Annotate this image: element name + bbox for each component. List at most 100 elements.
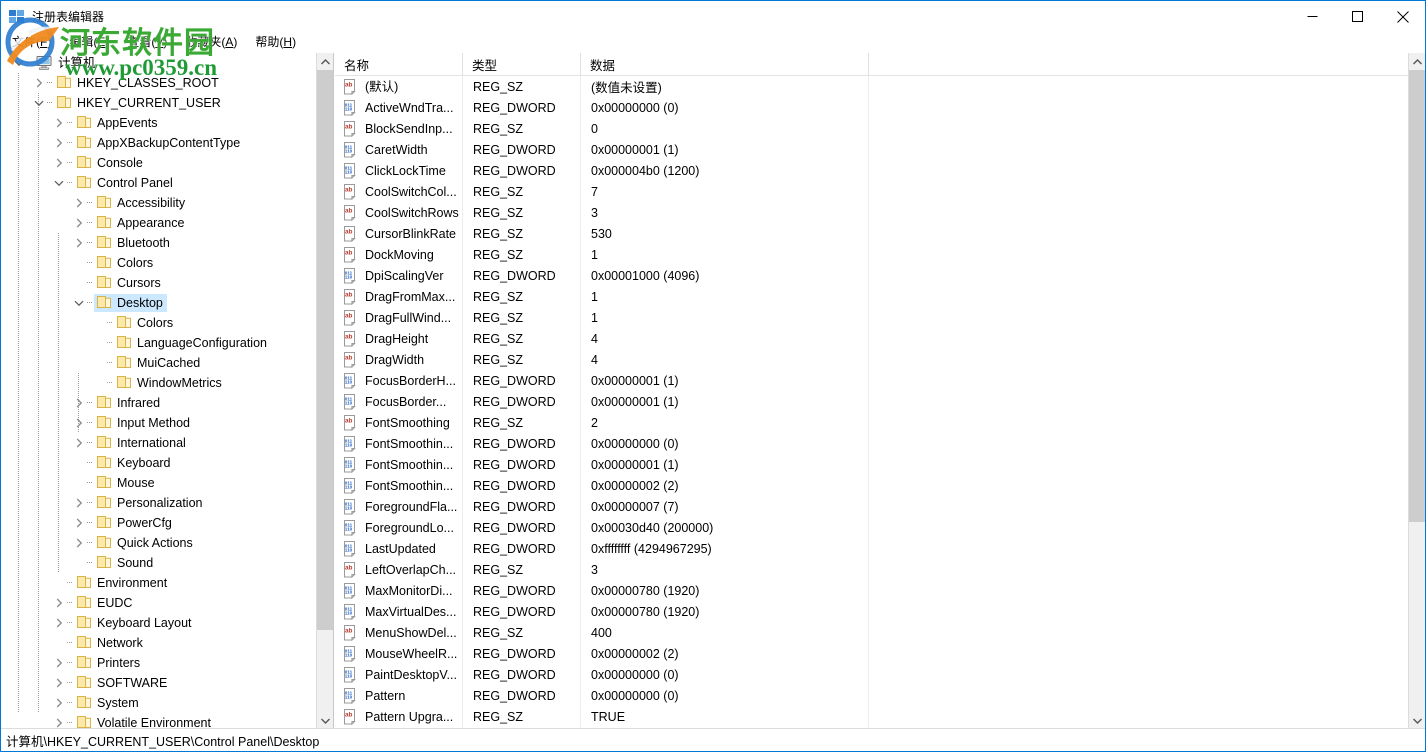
value-row[interactable]: 011 110 ForegroundLo... REG_DWORD 0x00030d40… (335, 517, 1408, 538)
value-row[interactable]: ab CoolSwitchRows REG_SZ 3 (335, 202, 1408, 223)
chevron-right-icon[interactable] (71, 415, 87, 431)
chevron-right-icon[interactable] (31, 75, 47, 91)
chevron-right-icon[interactable] (71, 195, 87, 211)
tree-item-appevents[interactable]: AppEvents (1, 113, 316, 133)
value-row[interactable]: 011 110 MaxMonitorDi... REG_DWORD 0x00000780… (335, 580, 1408, 601)
tree-item-volatile-environment[interactable]: Volatile Environment (1, 713, 316, 729)
tree-item-network[interactable]: Network (1, 633, 316, 653)
tree-item-international[interactable]: International (1, 433, 316, 453)
chevron-right-icon[interactable] (51, 115, 67, 131)
tree-item-powercfg[interactable]: PowerCfg (1, 513, 316, 533)
tree-item-accessibility[interactable]: Accessibility (1, 193, 316, 213)
tree-item-mouse[interactable]: Mouse (1, 473, 316, 493)
value-row[interactable]: 011 110 FocusBorderH... REG_DWORD 0x00000001… (335, 370, 1408, 391)
registry-key-tree[interactable]: 计算机 HKEY_CLASSES_ROOT HKEY_CURRENT_USER App… (1, 53, 316, 729)
value-row[interactable]: 011 110 MouseWheelR... REG_DWORD 0x00000002 … (335, 643, 1408, 664)
tree-item-sound[interactable]: Sound (1, 553, 316, 573)
minimize-button[interactable] (1290, 1, 1335, 32)
chevron-down-icon[interactable] (71, 295, 87, 311)
chevron-right-icon[interactable] (51, 695, 67, 711)
value-row[interactable]: 011 110 Pattern REG_DWORD 0x00000000 (0) (335, 685, 1408, 706)
tree-item-colors[interactable]: Colors (1, 253, 316, 273)
value-row[interactable]: 011 110 FontSmoothin... REG_DWORD 0x00000001… (335, 454, 1408, 475)
value-row[interactable]: ab DragHeight REG_SZ 4 (335, 328, 1408, 349)
tree-item-muicached[interactable]: MuiCached (1, 353, 316, 373)
tree-item-infrared[interactable]: Infrared (1, 393, 316, 413)
value-row[interactable]: ab DragFullWind... REG_SZ 1 (335, 307, 1408, 328)
value-row[interactable]: ab (默认) REG_SZ (数值未设置) (335, 76, 1408, 97)
menu-item-file[interactable]: 文件(F) (3, 33, 60, 52)
value-row[interactable]: ab CoolSwitchCol... REG_SZ 7 (335, 181, 1408, 202)
tree-scroll-thumb[interactable] (317, 70, 333, 630)
value-row[interactable]: ab FontSmoothing REG_SZ 2 (335, 412, 1408, 433)
values-list[interactable]: ab (默认) REG_SZ (数值未设置) 011 110 ActiveWndTra...… (335, 76, 1408, 729)
chevron-right-icon[interactable] (51, 155, 67, 171)
values-scroll-down-button[interactable] (1409, 712, 1425, 729)
tree-item-windowmetrics[interactable]: WindowMetrics (1, 373, 316, 393)
chevron-down-icon[interactable] (51, 175, 67, 191)
chevron-right-icon[interactable] (51, 655, 67, 671)
values-scroll-up-button[interactable] (1409, 53, 1425, 70)
tree-item-software[interactable]: SOFTWARE (1, 673, 316, 693)
chevron-right-icon[interactable] (71, 435, 87, 451)
chevron-right-icon[interactable] (51, 595, 67, 611)
chevron-right-icon[interactable] (51, 715, 67, 729)
value-row[interactable]: 011 110 ClickLockTime REG_DWORD 0x000004b0 (… (335, 160, 1408, 181)
tree-item-bluetooth[interactable]: Bluetooth (1, 233, 316, 253)
values-scroll-thumb[interactable] (1409, 70, 1425, 522)
value-row[interactable]: 011 110 CaretWidth REG_DWORD 0x00000001 (1) (335, 139, 1408, 160)
tree-item-hkey-classes-root[interactable]: HKEY_CLASSES_ROOT (1, 73, 316, 93)
tree-item-quick-actions[interactable]: Quick Actions (1, 533, 316, 553)
value-row[interactable]: ab DragFromMax... REG_SZ 1 (335, 286, 1408, 307)
chevron-right-icon[interactable] (51, 135, 67, 151)
tree-item-colors[interactable]: Colors (1, 313, 316, 333)
value-row[interactable]: 011 110 DpiScalingVer REG_DWORD 0x00001000 (… (335, 265, 1408, 286)
value-row[interactable]: 011 110 ActiveWndTra... REG_DWORD 0x00000000… (335, 97, 1408, 118)
value-row[interactable]: 011 110 LastUpdated REG_DWORD 0xffffffff (42… (335, 538, 1408, 559)
chevron-right-icon[interactable] (71, 535, 87, 551)
value-row[interactable]: 011 110 FocusBorder... REG_DWORD 0x00000001 … (335, 391, 1408, 412)
value-row[interactable]: 011 110 ForegroundFla... REG_DWORD 0x0000000… (335, 496, 1408, 517)
value-row[interactable]: ab Pattern Upgra... REG_SZ TRUE (335, 706, 1408, 727)
value-row[interactable]: 011 110 FontSmoothin... REG_DWORD 0x00000000… (335, 433, 1408, 454)
tree-item-environment[interactable]: Environment (1, 573, 316, 593)
chevron-right-icon[interactable] (51, 615, 67, 631)
chevron-right-icon[interactable] (71, 235, 87, 251)
value-row[interactable]: 011 110 PaintDesktopV... REG_DWORD 0x0000000… (335, 664, 1408, 685)
tree-item-control-panel[interactable]: Control Panel (1, 173, 316, 193)
tree-item-console[interactable]: Console (1, 153, 316, 173)
tree-scrollbar[interactable] (316, 53, 333, 729)
tree-item-cursors[interactable]: Cursors (1, 273, 316, 293)
tree-item-appxbackupcontenttype[interactable]: AppXBackupContentType (1, 133, 316, 153)
tree-item-system[interactable]: System (1, 693, 316, 713)
tree-item-personalization[interactable]: Personalization (1, 493, 316, 513)
values-scrollbar[interactable] (1408, 53, 1425, 729)
tree-item-hkey-current-user[interactable]: HKEY_CURRENT_USER (1, 93, 316, 113)
value-row[interactable]: ab LeftOverlapCh... REG_SZ 3 (335, 559, 1408, 580)
chevron-down-icon[interactable] (31, 95, 47, 111)
menu-item-view[interactable]: 查看(V) (118, 33, 176, 52)
tree-item-keyboard[interactable]: Keyboard (1, 453, 316, 473)
value-row[interactable]: ab DragWidth REG_SZ 4 (335, 349, 1408, 370)
tree-item-printers[interactable]: Printers (1, 653, 316, 673)
chevron-right-icon[interactable] (71, 515, 87, 531)
close-button[interactable] (1380, 1, 1425, 32)
maximize-button[interactable] (1335, 1, 1380, 32)
tree-item--[interactable]: 计算机 (1, 53, 316, 73)
value-row[interactable]: 011 110 MaxVirtualDes... REG_DWORD 0x0000078… (335, 601, 1408, 622)
chevron-right-icon[interactable] (71, 495, 87, 511)
tree-item-desktop[interactable]: Desktop (1, 293, 316, 313)
tree-item-appearance[interactable]: Appearance (1, 213, 316, 233)
tree-scroll-down-button[interactable] (317, 712, 333, 729)
tree-item-input-method[interactable]: Input Method (1, 413, 316, 433)
chevron-right-icon[interactable] (71, 215, 87, 231)
chevron-down-icon[interactable] (11, 55, 27, 71)
tree-item-languageconfiguration[interactable]: LanguageConfiguration (1, 333, 316, 353)
value-row[interactable]: ab CursorBlinkRate REG_SZ 530 (335, 223, 1408, 244)
menu-item-favorites[interactable]: 收藏夹(A) (176, 33, 246, 52)
value-row[interactable]: 011 110 FontSmoothin... REG_DWORD 0x00000002… (335, 475, 1408, 496)
chevron-right-icon[interactable] (51, 675, 67, 691)
tree-item-eudc[interactable]: EUDC (1, 593, 316, 613)
menu-item-help[interactable]: 帮助(H) (246, 33, 305, 52)
chevron-right-icon[interactable] (71, 395, 87, 411)
